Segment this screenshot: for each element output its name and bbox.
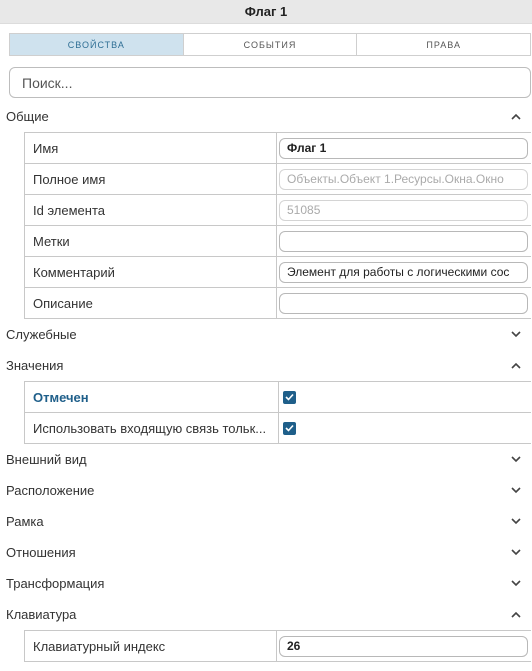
section-service-header[interactable]: Служебные <box>0 319 532 350</box>
chevron-down-icon[interactable] <box>510 516 522 528</box>
search-input[interactable] <box>9 67 531 98</box>
chevron-down-icon[interactable] <box>510 485 522 497</box>
property-label: Описание <box>25 288 277 318</box>
property-label: Использовать входящую связь тольк... <box>25 413 279 443</box>
property-label: Id элемента <box>25 195 277 225</box>
section-position-header[interactable]: Расположение <box>0 475 532 506</box>
section-keyboard-rows: Клавиатурный индекс 26 <box>24 630 531 662</box>
property-row-tags: Метки <box>25 226 531 257</box>
section-transform-header[interactable]: Трансформация <box>0 568 532 599</box>
section-general-header[interactable]: Общие <box>0 101 532 132</box>
name-field[interactable]: Флаг 1 <box>279 137 528 159</box>
property-label: Комментарий <box>25 257 277 287</box>
tab-rights[interactable]: ПРАВА <box>357 34 530 55</box>
chevron-up-icon[interactable] <box>510 360 522 372</box>
chevron-down-icon[interactable] <box>510 329 522 341</box>
section-title: Расположение <box>6 483 95 498</box>
window-title: Флаг 1 <box>0 0 532 24</box>
chevron-down-icon[interactable] <box>510 578 522 590</box>
property-row-description: Описание <box>25 288 531 319</box>
property-row-checked: Отмечен <box>25 382 531 413</box>
property-row-comment: Комментарий Элемент для работы с логичес… <box>25 257 531 288</box>
property-label: Метки <box>25 226 277 256</box>
keyboard-index-field[interactable]: 26 <box>279 635 528 657</box>
section-title: Внешний вид <box>6 452 87 467</box>
property-row-fullname: Полное имя Объекты.Объект 1.Ресурсы.Окна… <box>25 164 531 195</box>
tags-field[interactable] <box>279 230 528 252</box>
description-field[interactable] <box>279 292 528 314</box>
element-id-field: 51085 <box>279 199 528 221</box>
incoming-link-checkbox[interactable] <box>283 421 296 435</box>
section-title: Общие <box>6 109 49 124</box>
section-title: Трансформация <box>6 576 105 591</box>
property-label: Полное имя <box>25 164 277 194</box>
section-title: Рамка <box>6 514 44 529</box>
property-row-name: Имя Флаг 1 <box>25 133 531 164</box>
section-general-rows: Имя Флаг 1 Полное имя Объекты.Объект 1.Р… <box>24 132 531 319</box>
section-relations-header[interactable]: Отношения <box>0 537 532 568</box>
checked-checkbox[interactable] <box>283 390 296 404</box>
tab-events[interactable]: СОБЫТИЯ <box>184 34 358 55</box>
section-title: Клавиатура <box>6 607 77 622</box>
chevron-up-icon[interactable] <box>510 609 522 621</box>
section-title: Значения <box>6 358 64 373</box>
section-title: Служебные <box>6 327 77 342</box>
property-label: Отмечен <box>25 382 279 412</box>
fullname-field: Объекты.Объект 1.Ресурсы.Окна.Окно <box>279 168 528 190</box>
section-values-header[interactable]: Значения <box>0 350 532 381</box>
checkmark-icon <box>285 393 294 401</box>
comment-field[interactable]: Элемент для работы с логическими сос <box>279 261 528 283</box>
property-row-keyboard-index: Клавиатурный индекс 26 <box>25 631 531 662</box>
tab-properties[interactable]: СВОЙСТВА <box>10 34 184 55</box>
properties-panel: Общие Имя Флаг 1 Полное имя Объекты.Объе… <box>0 101 532 662</box>
chevron-up-icon[interactable] <box>510 111 522 123</box>
property-label: Имя <box>25 133 277 163</box>
checkmark-icon <box>285 424 294 432</box>
section-keyboard-header[interactable]: Клавиатура <box>0 599 532 630</box>
chevron-down-icon[interactable] <box>510 547 522 559</box>
section-appearance-header[interactable]: Внешний вид <box>0 444 532 475</box>
property-row-incoming-link: Использовать входящую связь тольк... <box>25 413 531 444</box>
property-row-id: Id элемента 51085 <box>25 195 531 226</box>
chevron-down-icon[interactable] <box>510 454 522 466</box>
section-values-rows: Отмечен Использовать входящую связь толь… <box>24 381 531 444</box>
section-title: Отношения <box>6 545 76 560</box>
property-label: Клавиатурный индекс <box>25 631 277 661</box>
tab-bar: СВОЙСТВА СОБЫТИЯ ПРАВА <box>9 33 531 56</box>
section-frame-header[interactable]: Рамка <box>0 506 532 537</box>
